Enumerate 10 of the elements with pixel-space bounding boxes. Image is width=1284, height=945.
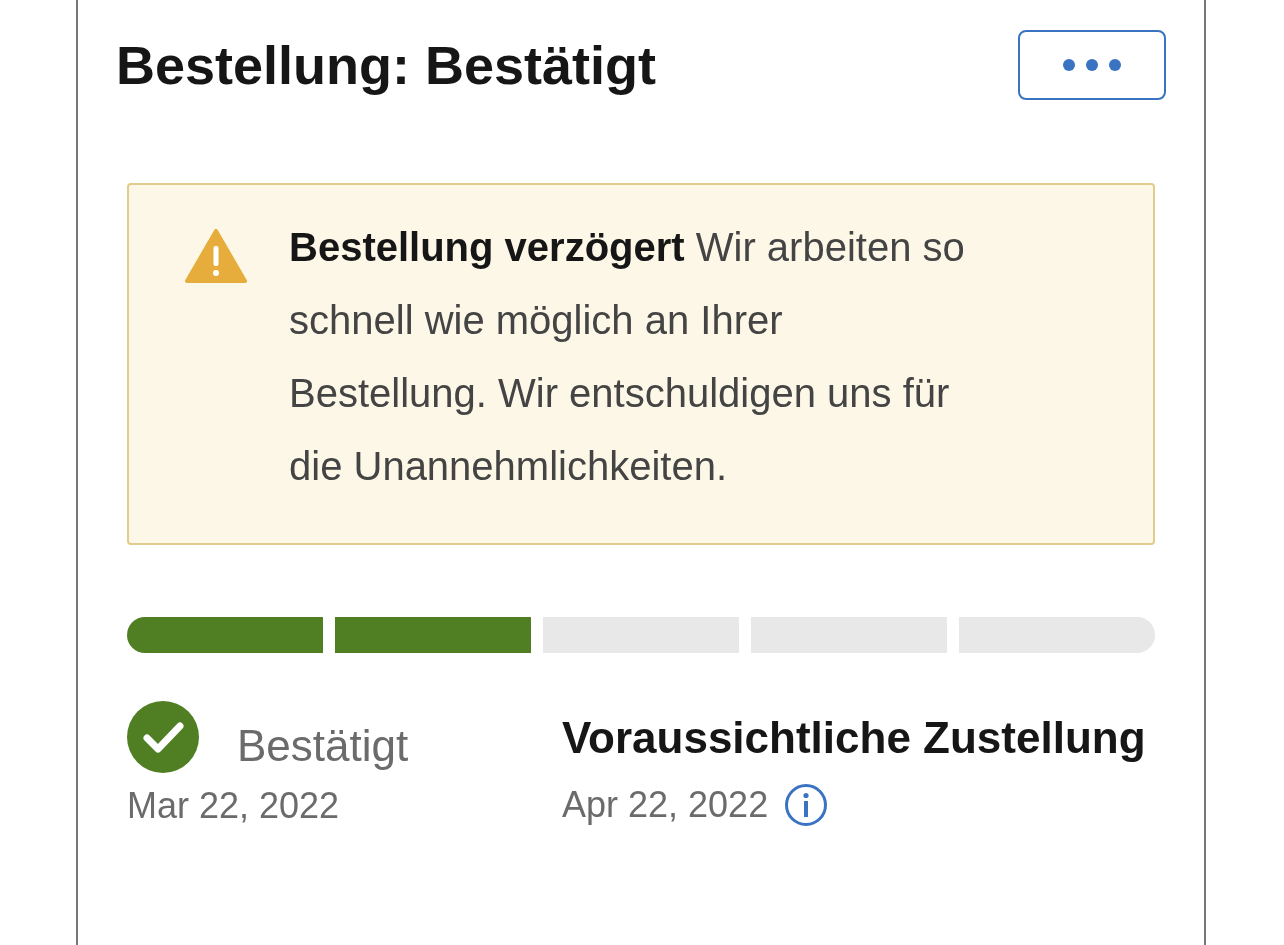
more-icon — [1061, 57, 1123, 73]
status-label: Bestätigt — [237, 721, 409, 771]
warning-icon — [185, 229, 247, 283]
delivery-label: Voraussichtliche Zustellung — [562, 713, 1146, 763]
order-title: Bestellung: Bestätigt — [116, 34, 657, 96]
alert-message: Bestellung verzögert Wir arbeiten so schnell wie möglich an Ihrer Bestellung. Wir entschuldigen uns für die Unannehmlichkeiten. — [289, 224, 966, 490]
more-button[interactable] — [1018, 30, 1166, 100]
info-icon[interactable] — [784, 783, 829, 827]
delivery-date: Apr 22, 2022 — [562, 784, 769, 826]
status-date: Mar 22, 2022 — [127, 785, 341, 827]
